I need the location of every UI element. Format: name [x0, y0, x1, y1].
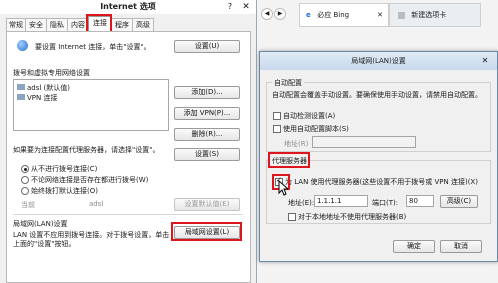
use-script-label: 使用自动配置脚本(S) [283, 125, 349, 133]
use-script-checkbox[interactable] [273, 125, 281, 133]
setup-button[interactable]: 设置(U) [174, 40, 240, 53]
script-address-label: 地址(R) [284, 140, 309, 148]
network-icon [17, 84, 25, 90]
current-value: adsl [89, 200, 104, 208]
close-icon[interactable]: ✕ [479, 55, 491, 67]
forward-icon[interactable]: ▶ [274, 8, 286, 20]
port-label: 端口(T): [372, 199, 399, 207]
auto-detect-checkbox[interactable] [273, 112, 281, 120]
internet-options-dialog: Internet 选项 ? ✕ 常规 安全 隐私 内容 连接 程序 高级 要设置… [0, 0, 257, 283]
proxy-address-label: 地址(E): [288, 199, 315, 207]
settings-button[interactable]: 设置(S) [174, 148, 240, 161]
use-proxy-label: 为 LAN 使用代理服务器(这些设置不用于拨号或 VPN 连接)(X) [285, 178, 478, 186]
bypass-local-label: 对于本地地址不使用代理服务器(B) [298, 213, 407, 221]
remove-button[interactable]: 删除(R)... [174, 128, 240, 141]
dialog-title: Internet 选项 [0, 0, 256, 14]
close-icon[interactable]: ✕ [240, 1, 252, 13]
auto-config-desc: 自动配置会覆盖手动设置。要确保使用手动设置，请禁用自动配置。 [272, 91, 482, 99]
proxy-hint: 如果要为连接配置代理服务器，请选择"设置"。 [13, 146, 160, 154]
lan-dialog-title: 局域网(LAN)设置 [260, 52, 497, 70]
cancel-button[interactable]: 取消 [440, 240, 482, 253]
current-label: 当前 [21, 201, 35, 209]
help-icon[interactable]: ? [225, 1, 235, 13]
ok-button[interactable]: 确定 [393, 240, 435, 253]
auto-config-title: 自动配置 [272, 78, 304, 88]
lan-description-2: 上面的"设置"按钮。 [13, 240, 76, 248]
radio-always-dial[interactable] [21, 187, 29, 195]
ie-icon: e [306, 11, 311, 19]
tab-security[interactable]: 安全 [25, 18, 47, 31]
port-input[interactable]: 80 [406, 195, 434, 207]
tab-label: 新建选项卡 [411, 11, 447, 19]
auto-detect-label: 自动检测设置(A) [283, 112, 336, 120]
radio-label: 从不进行拨号连接(C) [31, 165, 98, 173]
proxy-title-highlight [268, 152, 310, 168]
setup-text: 要设置 Internet 连接，单击"设置"。 [35, 43, 151, 51]
mouse-cursor-icon [278, 180, 288, 196]
dialup-section-title: 拨号和虚拟专用网络设置 [13, 69, 90, 77]
back-icon[interactable]: ◀ [261, 8, 273, 20]
vpn-icon [17, 94, 25, 100]
connections-panel: 要设置 Internet 连接，单击"设置"。 设置(U) 拨号和虚拟专用网络设… [6, 31, 251, 283]
script-address-input[interactable] [312, 136, 416, 148]
tab-programs[interactable]: 程序 [111, 18, 133, 31]
tab-general[interactable]: 常规 [6, 18, 26, 31]
divider [13, 214, 243, 215]
list-item[interactable]: adsl (默认值) [17, 83, 70, 93]
globe-icon [17, 40, 28, 51]
add-vpn-button[interactable]: 添加 VPN(P)... [174, 107, 240, 120]
tab-new[interactable]: 新建选项卡 [389, 3, 481, 27]
page-icon [398, 11, 405, 19]
add-button[interactable]: 添加(D)... [174, 86, 240, 99]
proxy-address-input[interactable]: 1.1.1.1 [314, 195, 368, 207]
lan-section-title: 局域网(LAN)设置 [13, 220, 68, 228]
radio-label: 不论网络连接是否存在都进行拨号(W) [31, 176, 149, 184]
connections-list[interactable]: adsl (默认值) VPN 连接 [13, 79, 169, 131]
lan-settings-dialog: 局域网(LAN)设置 ✕ 自动配置 自动配置会覆盖手动设置。要确保使用手动设置，… [259, 51, 498, 262]
close-tab-icon[interactable]: ✕ [377, 4, 383, 26]
tab-privacy[interactable]: 隐私 [46, 18, 68, 31]
tab-advanced[interactable]: 高级 [132, 18, 154, 31]
list-item[interactable]: VPN 连接 [17, 93, 57, 103]
tab-label: 必应 Bing [317, 11, 350, 19]
lan-button-highlight [171, 222, 242, 241]
radio-never-dial[interactable] [21, 165, 29, 173]
bypass-local-checkbox[interactable] [288, 213, 296, 221]
advanced-button[interactable]: 高级(C) [440, 195, 478, 208]
radio-dial-whenever[interactable] [21, 176, 29, 184]
tab-bing[interactable]: e 必应 Bing ✕ [299, 3, 389, 27]
set-default-button[interactable]: 设置默认值(E) [174, 198, 240, 211]
radio-label: 始终拨打默认连接(O) [31, 187, 98, 195]
